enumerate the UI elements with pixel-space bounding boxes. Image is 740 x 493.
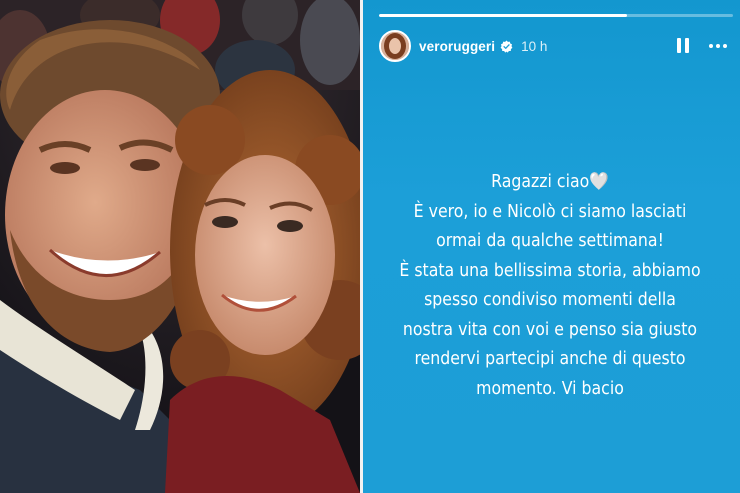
caption-line: Ragazzi ciao🤍	[491, 172, 609, 192]
caption-line: rendervi partecipi anche di questo	[414, 349, 686, 369]
instagram-story[interactable]: veroruggeri 10 h Ragazzi ciao🤍 È vero, i…	[363, 0, 740, 493]
pause-icon[interactable]	[677, 38, 691, 54]
post-time: 10 h	[521, 38, 548, 54]
couple-selfie-image	[0, 0, 360, 493]
verified-badge-icon	[500, 40, 513, 53]
username[interactable]: veroruggeri	[419, 39, 495, 54]
more-options-icon[interactable]	[709, 44, 727, 48]
story-progress-fill	[379, 14, 627, 17]
story-header: veroruggeri 10 h	[379, 28, 733, 64]
avatar[interactable]	[379, 30, 411, 62]
caption-line: spesso condiviso momenti della	[424, 290, 676, 310]
caption-line: nostra vita con voi e penso sia giusto	[402, 319, 698, 340]
story-controls	[677, 38, 727, 54]
story-progress-bar	[379, 14, 733, 17]
selfie-photo	[0, 0, 360, 493]
story-caption: Ragazzi ciao🤍 È vero, io e Nicolò ci sia…	[391, 168, 710, 404]
caption-line: ormai da qualche settimana!	[436, 231, 664, 251]
caption-line: È stata una bellissima storia, abbiamo	[399, 260, 701, 281]
avatar-image	[381, 32, 409, 60]
caption-line: È vero, io e Nicolò ci siamo lasciati	[413, 201, 687, 222]
caption-line: momento. Vi bacio	[476, 378, 624, 399]
